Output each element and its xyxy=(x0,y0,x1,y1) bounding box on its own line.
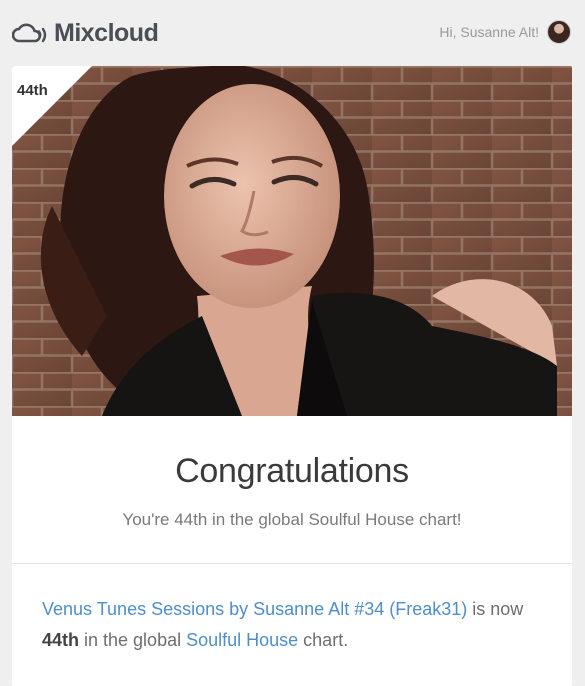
cloud-sound-icon xyxy=(12,22,50,44)
user-greeting[interactable]: Hi, Susanne Alt! xyxy=(439,20,571,44)
detail-rank: 44th xyxy=(42,630,80,650)
greeting-text: Hi, Susanne Alt! xyxy=(439,24,539,40)
congratulations-subtitle: You're 44th in the global Soulful House … xyxy=(122,510,462,529)
rank-flag xyxy=(12,66,92,146)
artist-portrait-photo: 44th xyxy=(12,66,572,416)
genre-link[interactable]: Soulful House xyxy=(186,630,298,650)
divider xyxy=(12,563,572,564)
detail-text-end: chart. xyxy=(298,630,349,650)
chart-detail-text: Venus Tunes Sessions by Susanne Alt #34 … xyxy=(42,594,542,656)
app-header: Mixcloud Hi, Susanne Alt! xyxy=(0,0,585,66)
detail-text-in: in the global xyxy=(79,630,187,650)
logo-text: Mixcloud xyxy=(54,18,159,47)
notification-card: 44th Congratulations You're 44th in the … xyxy=(12,66,572,686)
show-link[interactable]: Venus Tunes Sessions by Susanne Alt #34 … xyxy=(42,599,467,619)
mixcloud-logo[interactable]: Mixcloud xyxy=(12,18,159,48)
avatar[interactable] xyxy=(547,20,571,44)
rank-badge: 44th xyxy=(17,82,48,99)
detail-text-is: is now xyxy=(467,599,524,619)
congratulations-title: Congratulations xyxy=(175,452,409,490)
congratulations-block: Congratulations You're 44th in the globa… xyxy=(12,416,572,563)
